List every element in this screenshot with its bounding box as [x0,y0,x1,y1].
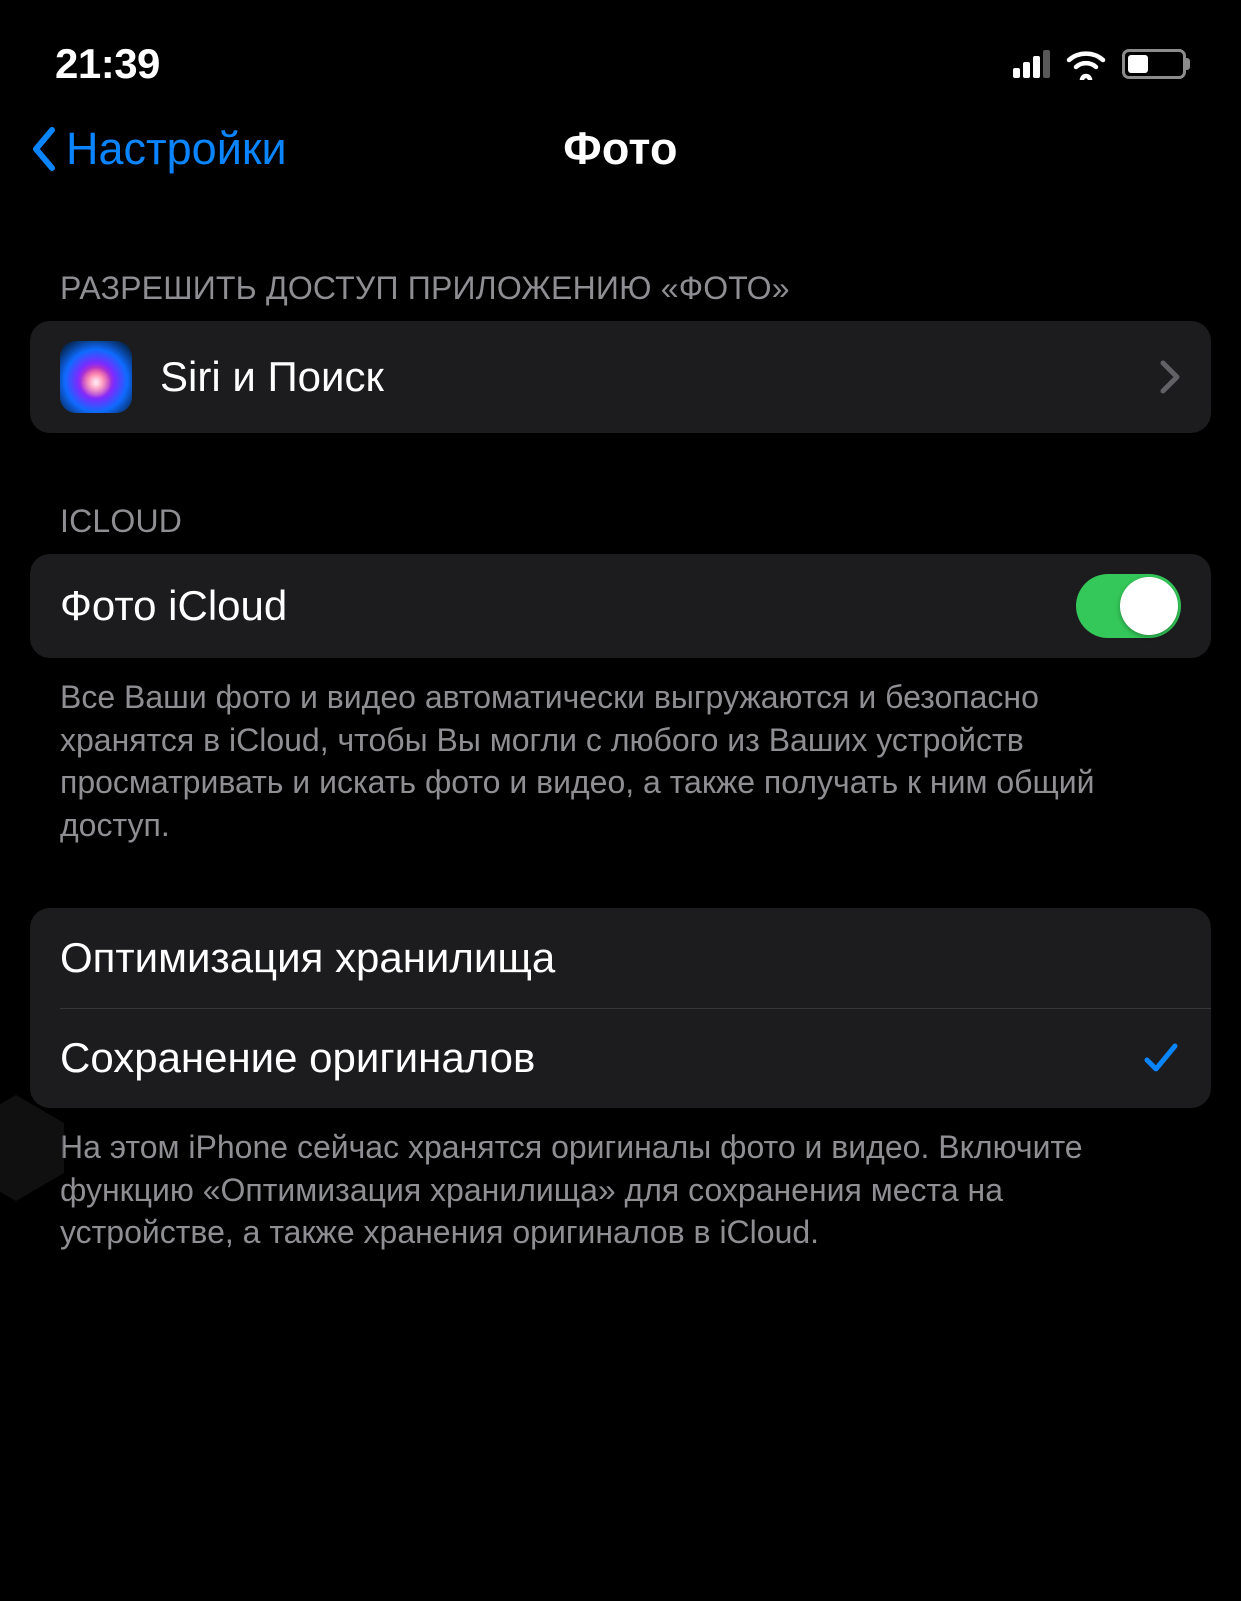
cell-group-storage: Оптимизация хранилища Сохранение оригина… [30,908,1211,1108]
chevron-right-icon [1159,359,1181,395]
back-label: Настройки [66,123,287,175]
chevron-left-icon [30,126,58,172]
status-icons [1013,48,1186,80]
icloud-footer: Все Ваши фото и видео автоматически выгр… [0,658,1241,846]
siri-search-row[interactable]: Siri и Поиск [30,321,1211,433]
nav-header: Настройки Фото [0,90,1241,200]
back-button[interactable]: Настройки [30,123,287,175]
checkmark-icon [1141,1038,1181,1078]
cell-group-icloud: Фото iCloud [30,554,1211,658]
status-bar: 21:39 [0,0,1241,90]
storage-footer: На этом iPhone сейчас хранятся оригиналы… [0,1108,1241,1254]
cell-group-access: Siri и Поиск [30,321,1211,433]
cellular-icon [1013,50,1050,78]
battery-icon [1122,49,1186,79]
optimize-storage-row[interactable]: Оптимизация хранилища [30,908,1211,1008]
icloud-photos-label: Фото iCloud [60,582,1076,630]
status-time: 21:39 [55,40,160,88]
siri-icon [60,341,132,413]
siri-search-label: Siri и Поиск [160,353,1159,401]
download-originals-row[interactable]: Сохранение оригиналов [30,1008,1211,1108]
wifi-icon [1064,48,1108,80]
optimize-storage-label: Оптимизация хранилища [60,934,1181,982]
icloud-photos-row: Фото iCloud [30,554,1211,658]
download-originals-label: Сохранение оригиналов [60,1034,1141,1082]
icloud-photos-toggle[interactable] [1076,574,1181,638]
section-header-icloud: ICLOUD [0,433,1241,554]
section-header-access: РАЗРЕШИТЬ ДОСТУП ПРИЛОЖЕНИЮ «ФОТО» [0,200,1241,321]
